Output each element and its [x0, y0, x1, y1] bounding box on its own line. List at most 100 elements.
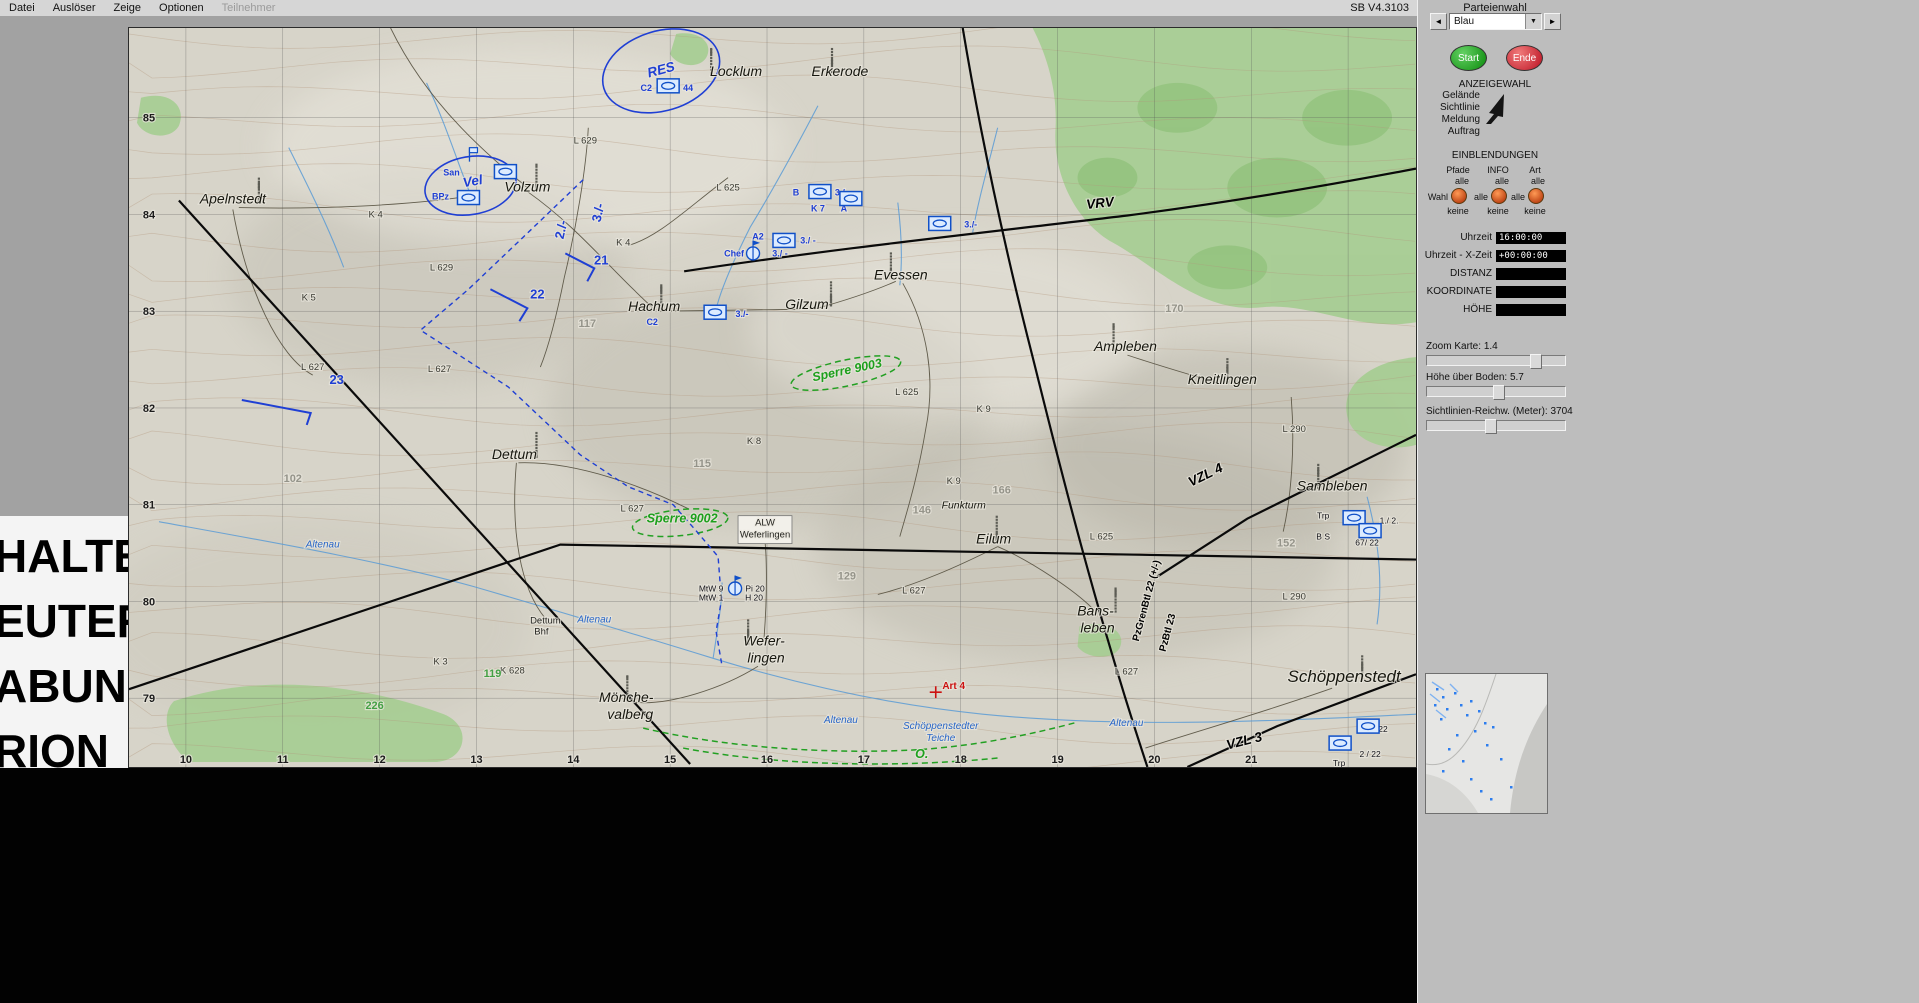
- map-label: Funkturm: [942, 501, 987, 512]
- background-gray-area: [0, 16, 128, 516]
- svg-text:80: 80: [143, 596, 155, 608]
- tactical-map[interactable]: 85 84 83 82 81 80 79 10 11 12 13 14 15 16 17 18 19 20 21 L…: [129, 28, 1416, 767]
- unit-symbol-armor[interactable]: [456, 189, 481, 206]
- menu-teilnehmer: Teilnehmer: [221, 2, 276, 14]
- anzeigewahl-items: Gelände Sichtlinie Meldung Auftrag: [1418, 90, 1480, 138]
- map-label: Altenau: [576, 614, 611, 625]
- height-value: 5.7: [1509, 372, 1524, 383]
- map-label: San: [443, 168, 459, 178]
- unit-symbol-armor[interactable]: [1358, 522, 1382, 539]
- einb-col-pfade: Pfade: [1446, 165, 1470, 175]
- height-slider-thumb[interactable]: [1493, 385, 1505, 400]
- unit-symbol-armor[interactable]: [703, 304, 727, 320]
- map-label: Altenau: [1109, 718, 1144, 729]
- menu-datei[interactable]: Datei: [0, 1, 44, 15]
- ende-button[interactable]: Ende: [1506, 45, 1543, 71]
- map-label: VRV: [1085, 194, 1115, 212]
- los-slider-thumb[interactable]: [1485, 419, 1497, 434]
- zoom-value: 1.4: [1483, 341, 1498, 352]
- map-label: 3./-: [736, 309, 749, 319]
- svg-text:20: 20: [1148, 754, 1160, 766]
- svg-text:83: 83: [143, 306, 155, 318]
- map-label: 44: [683, 83, 693, 93]
- map-label: L 625: [895, 387, 918, 398]
- map-label: Erkerode: [812, 63, 869, 79]
- anzeige-meldung[interactable]: Meldung: [1418, 114, 1480, 126]
- map-label: Bhf: [534, 626, 549, 637]
- map-label: L 627: [902, 585, 925, 596]
- einb-top-label: alle: [1454, 176, 1469, 186]
- los-slider[interactable]: [1426, 419, 1566, 434]
- unit-symbol-armor[interactable]: [1328, 735, 1352, 751]
- map-label: L 629: [430, 262, 453, 273]
- unit-symbol-armor[interactable]: [839, 190, 863, 207]
- map-label: MtW 1: [699, 592, 724, 602]
- map-label: Schöppenstedt: [1288, 667, 1402, 686]
- party-prev-button[interactable]: ◄: [1430, 13, 1447, 30]
- unit-symbol-armor[interactable]: [656, 78, 680, 94]
- menu-zeige[interactable]: Zeige: [104, 1, 150, 15]
- party-select[interactable]: Blau ▼: [1449, 13, 1542, 30]
- art-knob[interactable]: [1528, 188, 1544, 204]
- dropdown-arrow-icon[interactable]: ▼: [1525, 14, 1541, 29]
- map-label: Sperre 9002: [647, 512, 718, 526]
- unit-symbol-armor[interactable]: [1356, 718, 1380, 734]
- svg-text:15: 15: [664, 754, 676, 766]
- map-label: Hachum: [628, 298, 680, 314]
- koordinate-value: [1496, 286, 1566, 298]
- party-next-button[interactable]: ►: [1544, 13, 1561, 30]
- pfade-knob[interactable]: [1451, 188, 1467, 204]
- unit-symbol-armor[interactable]: [1342, 509, 1366, 526]
- unit-symbol-armor[interactable]: [928, 215, 952, 232]
- map-label: 21: [594, 252, 608, 267]
- height-slider[interactable]: [1426, 385, 1566, 400]
- map-label: 3./-: [964, 219, 977, 229]
- map-label: K 4: [616, 237, 630, 248]
- map-label: ALW: [755, 518, 775, 529]
- map-label: Mönche-: [599, 689, 654, 705]
- map-label: 102: [284, 473, 302, 485]
- map-label: Wefer-: [743, 632, 785, 648]
- menu-ausloeser[interactable]: Auslöser: [44, 1, 105, 15]
- map-label: 2 / 22: [1359, 749, 1380, 759]
- map-label: C2: [646, 317, 657, 327]
- map-label: 23: [329, 372, 343, 387]
- map-label: Chef: [724, 248, 744, 258]
- unit-symbol-armor[interactable]: [493, 163, 518, 180]
- control-panel: Parteienwahl ◄ Blau ▼ ► Start Ende ANZEI…: [1417, 0, 1919, 1003]
- map-label: BPz: [432, 192, 449, 202]
- svg-text:19: 19: [1051, 754, 1063, 766]
- einb-left-label: alle: [1510, 192, 1525, 202]
- map-label: 3./ -: [772, 248, 787, 258]
- map-label: 170: [1165, 303, 1183, 315]
- svg-text:11: 11: [277, 754, 289, 766]
- info-knob[interactable]: [1491, 188, 1507, 204]
- map-label: K 628: [500, 665, 525, 676]
- anzeige-gelaende[interactable]: Gelände: [1418, 90, 1480, 102]
- status-black-bar: [0, 768, 1417, 1003]
- overview-minimap[interactable]: [1425, 673, 1548, 814]
- map-canvas[interactable]: 85 84 83 82 81 80 79 10 11 12 13 14 15 16 17 18 19 20 21 L…: [128, 27, 1417, 768]
- menu-optionen[interactable]: Optionen: [150, 1, 213, 15]
- zoom-slider-label: Zoom Karte: 1.4: [1426, 341, 1498, 352]
- zoom-slider[interactable]: [1426, 354, 1566, 369]
- map-label: Weferlingen: [740, 530, 790, 541]
- background-text-line: RION: [0, 725, 109, 768]
- unit-symbol-armor[interactable]: [772, 232, 796, 249]
- svg-text:81: 81: [143, 500, 155, 512]
- map-label: K 3: [433, 656, 447, 667]
- anzeige-sichtlinie[interactable]: Sichtlinie: [1418, 102, 1480, 114]
- los-value: 3704: [1550, 406, 1573, 417]
- anzeige-auftrag[interactable]: Auftrag: [1418, 126, 1480, 138]
- unit-symbol-armor[interactable]: [808, 183, 832, 200]
- xzeit-label: Uhrzeit - X-Zeit: [1424, 250, 1492, 261]
- start-button[interactable]: Start: [1450, 45, 1487, 71]
- zoom-slider-thumb[interactable]: [1530, 354, 1542, 369]
- distanz-label: DISTANZ: [1449, 268, 1492, 279]
- map-label: Dettum: [530, 615, 561, 626]
- background-text-line: HALTER: [0, 530, 128, 582]
- einb-col-info: INFO: [1487, 165, 1509, 175]
- map-label: 226: [365, 700, 383, 712]
- svg-text:79: 79: [143, 693, 155, 705]
- map-label: 166: [992, 485, 1010, 497]
